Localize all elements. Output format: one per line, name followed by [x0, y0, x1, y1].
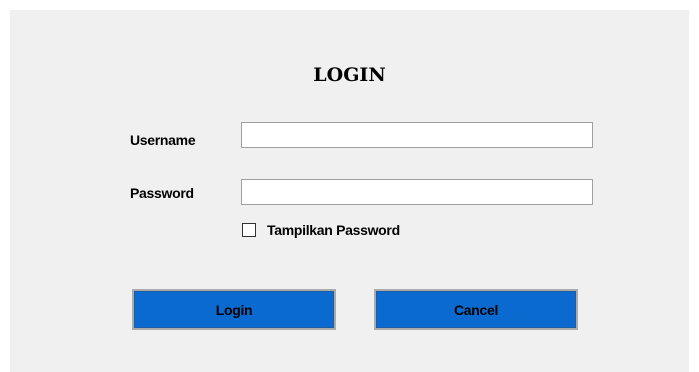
cancel-button[interactable]: Cancel: [374, 289, 578, 330]
cancel-button-label[interactable]: Cancel: [376, 291, 576, 328]
login-button-label[interactable]: Login: [134, 291, 334, 328]
form-title: LOGIN: [313, 64, 386, 86]
login-button[interactable]: Login: [132, 289, 336, 330]
login-form: LOGIN Username Password Tampilkan Passwo…: [10, 10, 689, 372]
show-password-label[interactable]: Tampilkan Password: [267, 222, 400, 238]
username-label: Username: [130, 132, 196, 148]
checkbox-box[interactable]: [242, 223, 256, 237]
password-input[interactable]: [241, 179, 593, 205]
password-label: Password: [130, 185, 194, 201]
show-password-checkbox[interactable]: Tampilkan Password: [242, 222, 400, 238]
username-input[interactable]: [241, 122, 593, 148]
